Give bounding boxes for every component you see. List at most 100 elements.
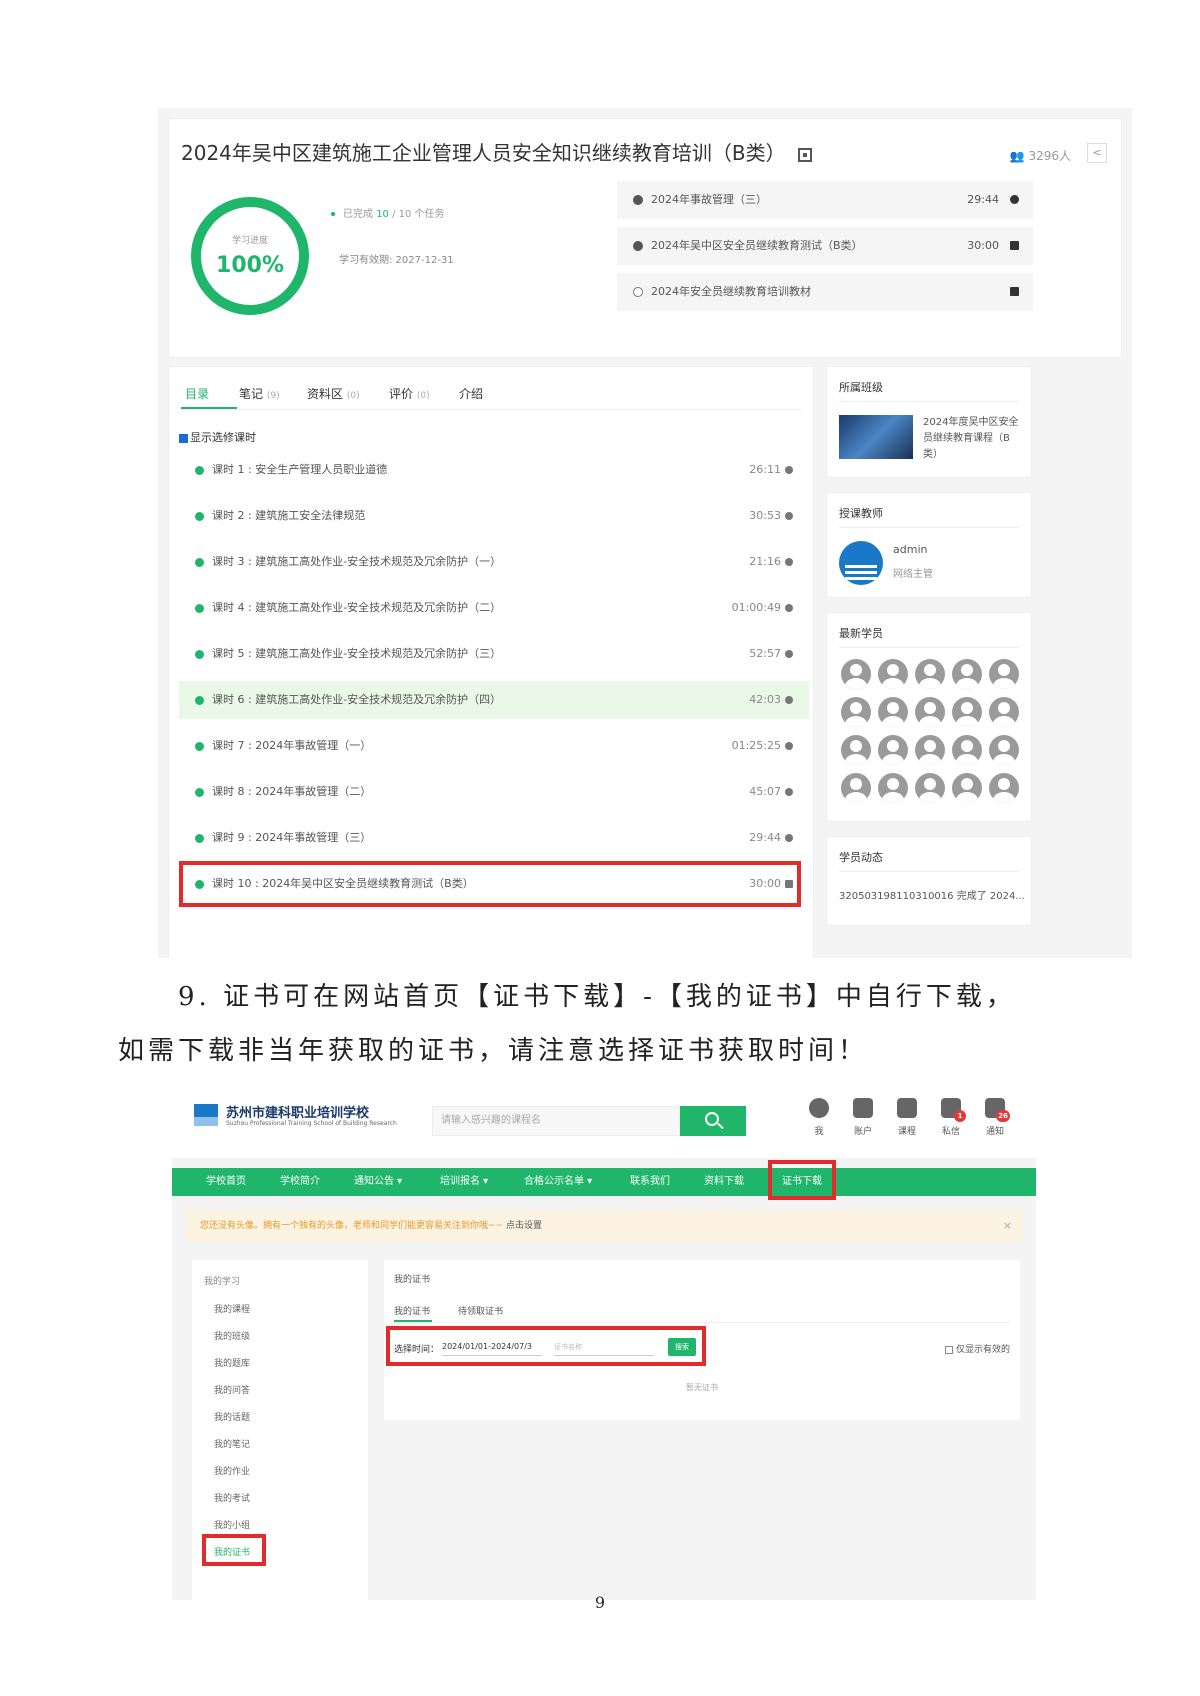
menu-my-notes[interactable]: 我的笔记 bbox=[214, 1437, 250, 1450]
student-avatar[interactable] bbox=[915, 773, 945, 803]
qr-code-icon[interactable] bbox=[797, 147, 812, 162]
top-icon-courses[interactable]: 课程 bbox=[892, 1098, 922, 1137]
student-avatar[interactable] bbox=[841, 697, 871, 727]
nav-contact[interactable]: 联系我们 bbox=[630, 1168, 670, 1196]
nav-qualified-list[interactable]: 合格公示名单 ▾ bbox=[524, 1168, 592, 1196]
tab-notes[interactable]: 笔记 (9) bbox=[239, 385, 280, 402]
school-name[interactable]: 苏州市建科职业培训学校 bbox=[226, 1102, 369, 1121]
school-logo-icon[interactable] bbox=[194, 1104, 218, 1126]
menu-heading: 我的学习 bbox=[204, 1277, 241, 1287]
menu-my-homework[interactable]: 我的作业 bbox=[214, 1464, 250, 1477]
student-avatar[interactable] bbox=[952, 659, 982, 689]
student-avatar[interactable] bbox=[841, 735, 871, 765]
notification-badge: 26 bbox=[996, 1110, 1010, 1122]
nav-downloads[interactable]: 资料下载 bbox=[704, 1168, 744, 1196]
student-avatar[interactable] bbox=[878, 697, 908, 727]
empty-state: 暂无证书 bbox=[686, 1383, 718, 1392]
student-avatar[interactable] bbox=[952, 735, 982, 765]
top-icon-notifications[interactable]: 通知 26 bbox=[980, 1098, 1010, 1137]
play-icon bbox=[785, 558, 793, 566]
book-icon bbox=[897, 1098, 917, 1118]
valid-only-checkbox[interactable]: 仅显示有效的 bbox=[944, 1342, 1010, 1355]
tab-intro[interactable]: 介绍 bbox=[459, 385, 483, 402]
share-button[interactable]: < bbox=[1087, 143, 1107, 163]
show-elective-checkbox[interactable]: 显示选修课时 bbox=[179, 429, 256, 445]
check-icon bbox=[195, 465, 204, 475]
play-icon bbox=[785, 466, 793, 474]
student-avatar[interactable] bbox=[952, 697, 982, 727]
student-avatar[interactable] bbox=[989, 697, 1019, 727]
nav-notices[interactable]: 通知公告 ▾ bbox=[354, 1168, 402, 1196]
lesson-item[interactable]: 课时 8 : 2024年事故管理（二） 45:07 bbox=[179, 773, 809, 811]
top-icon-messages[interactable]: 私信 1 bbox=[936, 1098, 966, 1137]
student-avatar[interactable] bbox=[915, 659, 945, 689]
check-icon bbox=[195, 557, 204, 567]
student-avatar[interactable] bbox=[989, 659, 1019, 689]
nav-about[interactable]: 学校简介 bbox=[280, 1168, 320, 1196]
student-avatar[interactable] bbox=[989, 773, 1019, 803]
avatar[interactable] bbox=[839, 541, 883, 585]
lesson-item[interactable]: 课时 4 : 建筑施工高处作业-安全技术规范及冗余防护（二） 01:00:49 bbox=[179, 589, 809, 627]
lesson-item[interactable]: 课时 3 : 建筑施工高处作业-安全技术规范及冗余防护（一） 21:16 bbox=[179, 543, 809, 581]
menu-my-classes[interactable]: 我的班级 bbox=[214, 1329, 250, 1342]
menu-my-qa[interactable]: 我的问答 bbox=[214, 1383, 250, 1396]
check-icon bbox=[195, 695, 204, 705]
instruction-line-1: 9. 证书可在网站首页【证书下载】-【我的证书】中自行下载， bbox=[178, 982, 1016, 1012]
search-input[interactable]: 请输入感兴趣的课程名 bbox=[432, 1106, 680, 1136]
notice-link[interactable]: 点击设置 bbox=[506, 1221, 542, 1231]
close-icon[interactable]: × bbox=[1003, 1210, 1012, 1242]
tab-catalog[interactable]: 目录 bbox=[185, 385, 209, 402]
task-item[interactable]: 2024年安全员继续教育培训教材 bbox=[617, 273, 1033, 311]
student-avatar[interactable] bbox=[841, 659, 871, 689]
active-tab-indicator bbox=[394, 1320, 432, 1322]
lesson-item[interactable]: 课时 5 : 建筑施工高处作业-安全技术规范及冗余防护（三） 52:57 bbox=[179, 635, 809, 673]
progress-value: 100% bbox=[216, 253, 284, 278]
tab-my-certificates[interactable]: 我的证书 bbox=[394, 1304, 430, 1317]
menu-my-exams[interactable]: 我的考试 bbox=[214, 1491, 250, 1504]
lesson-panel: 目录 笔记 (9) 资料区 (0) 评价 (0) 介绍 显示选修课时 课时 1 … bbox=[168, 366, 814, 958]
lesson-item[interactable]: 课时 2 : 建筑施工安全法律规范 30:53 bbox=[179, 497, 809, 535]
menu-my-topics[interactable]: 我的话题 bbox=[214, 1410, 250, 1423]
play-icon bbox=[785, 788, 793, 796]
task-item[interactable]: 2024年吴中区安全员继续教育测试（B类） 30:00 bbox=[617, 227, 1033, 265]
student-avatar[interactable] bbox=[915, 735, 945, 765]
menu-my-groups[interactable]: 我的小组 bbox=[214, 1518, 250, 1531]
class-heading: 所属班级 bbox=[839, 381, 883, 394]
highlight-box bbox=[179, 861, 801, 907]
activity-item[interactable]: 320503198110310016 完成了 2024... bbox=[839, 887, 1025, 902]
nav-home[interactable]: 学校首页 bbox=[206, 1168, 246, 1196]
student-avatar[interactable] bbox=[878, 659, 908, 689]
teacher-name[interactable]: admin bbox=[893, 543, 927, 556]
play-icon bbox=[785, 696, 793, 704]
tab-pending-certificates[interactable]: 待领取证书 bbox=[458, 1304, 503, 1317]
class-name[interactable]: 2024年度吴中区安全员继续教育课程（B类） bbox=[923, 415, 1019, 463]
student-avatar[interactable] bbox=[878, 735, 908, 765]
menu-my-question-bank[interactable]: 我的题库 bbox=[214, 1356, 250, 1369]
play-icon bbox=[785, 604, 793, 612]
exam-icon bbox=[1010, 241, 1019, 250]
tab-reviews[interactable]: 评价 (0) bbox=[389, 385, 430, 402]
wallet-icon bbox=[853, 1098, 873, 1118]
lesson-item[interactable]: 课时 6 : 建筑施工高处作业-安全技术规范及冗余防护（四） 42:03 bbox=[179, 681, 809, 719]
student-avatar[interactable] bbox=[915, 697, 945, 727]
top-icon-account[interactable]: 账户 bbox=[848, 1098, 878, 1137]
student-avatar[interactable] bbox=[841, 773, 871, 803]
student-avatar[interactable] bbox=[878, 773, 908, 803]
nav-enroll[interactable]: 培训报名 ▾ bbox=[440, 1168, 488, 1196]
lesson-item[interactable]: 课时 1 : 安全生产管理人员职业道德 26:11 bbox=[179, 451, 809, 489]
lesson-item[interactable]: 课时 7 : 2024年事故管理（一） 01:25:25 bbox=[179, 727, 809, 765]
page-number: 9 bbox=[594, 1593, 606, 1612]
highlight-box bbox=[768, 1160, 836, 1200]
school-name-en: Suzhou Professional Training School of B… bbox=[226, 1120, 397, 1127]
checkbox-checked-icon bbox=[179, 433, 188, 443]
student-avatar[interactable] bbox=[952, 773, 982, 803]
tab-materials[interactable]: 资料区 (0) bbox=[307, 385, 360, 402]
highlight-box bbox=[202, 1534, 266, 1566]
task-item[interactable]: 2024年事故管理（三） 29:44 bbox=[617, 181, 1033, 219]
student-avatar[interactable] bbox=[989, 735, 1019, 765]
top-icon-me[interactable]: 我 bbox=[804, 1098, 834, 1137]
search-button[interactable] bbox=[680, 1106, 746, 1136]
lesson-item[interactable]: 课时 9 : 2024年事故管理（三） 29:44 bbox=[179, 819, 809, 857]
menu-my-courses[interactable]: 我的课程 bbox=[214, 1302, 250, 1315]
class-thumbnail[interactable] bbox=[839, 415, 913, 459]
